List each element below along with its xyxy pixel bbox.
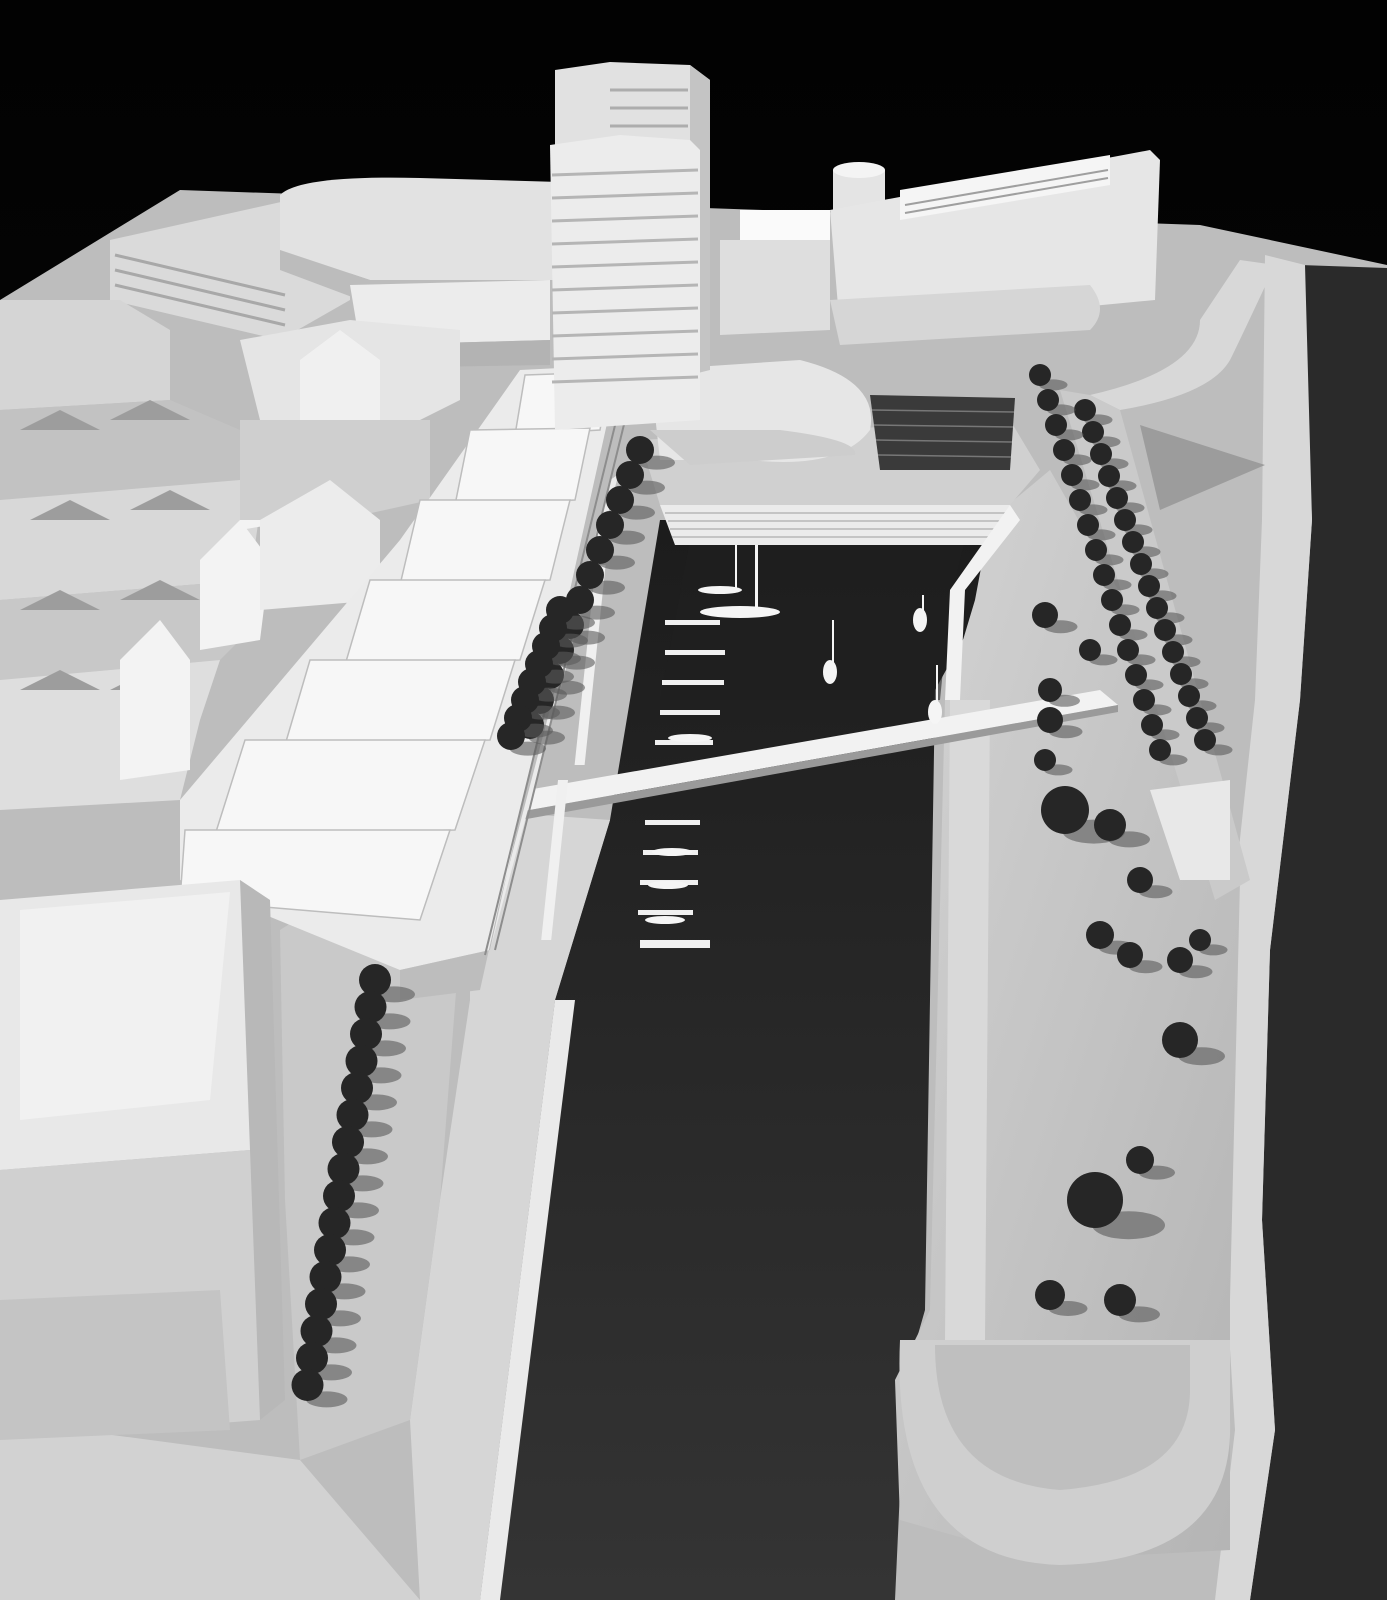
tree <box>1061 464 1083 486</box>
foreground-block-top <box>20 892 230 1120</box>
tree <box>1189 929 1211 951</box>
tree <box>1045 414 1067 436</box>
tree <box>1114 509 1136 531</box>
tower-front <box>550 135 700 430</box>
tree <box>1086 921 1114 949</box>
tree <box>1069 489 1091 511</box>
tree <box>1127 867 1153 893</box>
tree <box>1038 678 1062 702</box>
tree <box>345 1045 378 1077</box>
tree <box>318 1207 351 1239</box>
tree <box>1117 942 1143 968</box>
tree <box>1079 639 1101 661</box>
basin-steps <box>660 505 1010 545</box>
tree <box>1117 639 1139 661</box>
tree <box>1141 714 1163 736</box>
tree <box>1032 602 1058 628</box>
tree <box>1178 685 1200 707</box>
tree <box>576 561 604 589</box>
tree <box>606 486 634 514</box>
tree <box>1067 1172 1123 1228</box>
tree <box>1029 364 1051 386</box>
tree <box>586 536 614 564</box>
tree <box>1162 1022 1198 1058</box>
tree <box>1037 389 1059 411</box>
tree <box>327 1153 360 1185</box>
tree <box>616 461 644 489</box>
amphitheatre-steps <box>870 395 1015 470</box>
lit-block-front <box>720 240 830 335</box>
tree <box>1154 619 1176 641</box>
tree <box>1167 947 1193 973</box>
site-model-photo <box>0 0 1387 1600</box>
tree <box>314 1234 346 1266</box>
tree <box>1133 689 1155 711</box>
tree <box>1138 575 1160 597</box>
tree <box>1130 553 1152 575</box>
tree <box>1149 739 1171 761</box>
tree <box>1106 487 1128 509</box>
tree <box>359 964 391 996</box>
cylinder-top <box>833 162 885 178</box>
tree <box>1104 1284 1136 1316</box>
tree <box>1053 439 1075 461</box>
tree <box>291 1369 324 1401</box>
pier-walkway <box>945 700 990 1340</box>
tree <box>1126 1146 1154 1174</box>
tree <box>1093 564 1115 586</box>
foreground-block-lower <box>0 1290 230 1440</box>
tree <box>497 722 525 750</box>
tree <box>1122 531 1144 553</box>
tree <box>336 1099 369 1131</box>
tree <box>1082 421 1104 443</box>
tree <box>305 1288 337 1320</box>
tree <box>1170 663 1192 685</box>
tree <box>1041 786 1089 834</box>
tree <box>1194 729 1216 751</box>
tree <box>1035 1280 1065 1310</box>
tree <box>1034 749 1056 771</box>
tree <box>1085 539 1107 561</box>
tree <box>1090 443 1112 465</box>
tree <box>596 511 624 539</box>
tree <box>341 1072 373 1104</box>
tree <box>1074 399 1096 421</box>
tree <box>1037 707 1063 733</box>
tree <box>1162 641 1184 663</box>
tree <box>1186 707 1208 729</box>
tree <box>1109 614 1131 636</box>
tree <box>296 1342 328 1374</box>
tree <box>350 1018 382 1050</box>
tree <box>1094 809 1126 841</box>
tree <box>300 1315 333 1347</box>
tree <box>1101 589 1123 611</box>
tree <box>309 1261 342 1293</box>
tree <box>1125 664 1147 686</box>
tree <box>626 436 654 464</box>
tree <box>1098 465 1120 487</box>
tree <box>332 1126 364 1158</box>
tree <box>323 1180 355 1212</box>
tree <box>354 991 387 1023</box>
tree <box>1146 597 1168 619</box>
tree <box>1077 514 1099 536</box>
